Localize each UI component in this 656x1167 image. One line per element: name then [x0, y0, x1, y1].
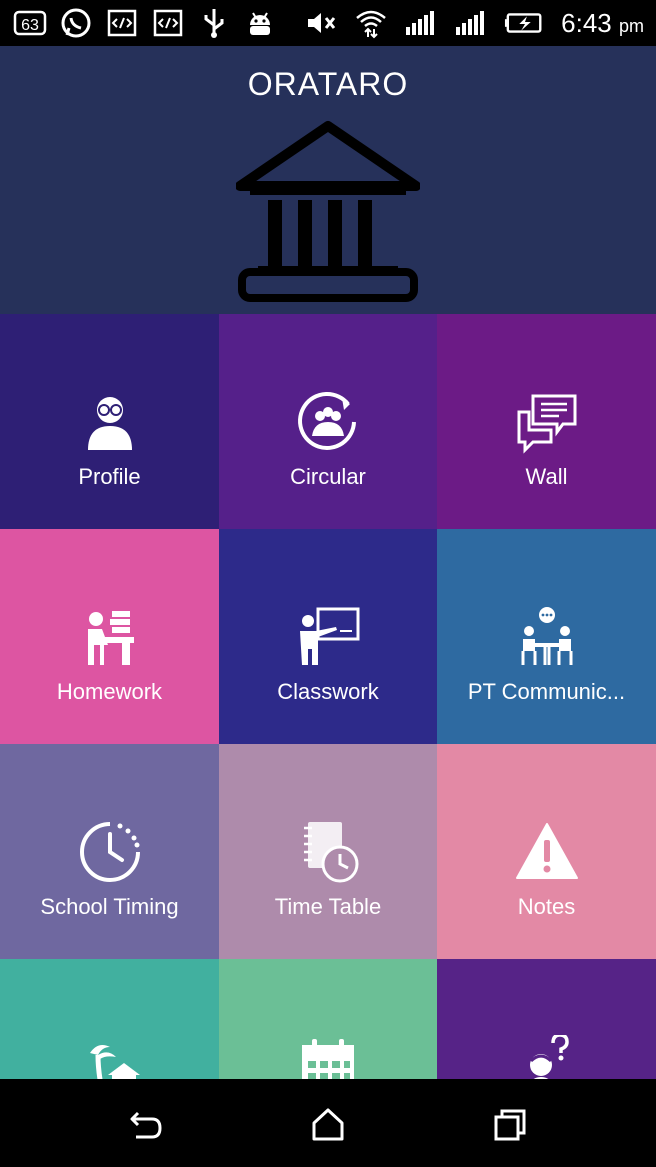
menu-tile-school-timing[interactable]: School Timing: [0, 744, 219, 959]
profile-icon: [87, 397, 132, 450]
menu-tile-label: Time Table: [274, 894, 382, 919]
code-icon: [104, 6, 140, 40]
home-icon[interactable]: [308, 1105, 348, 1145]
back-icon[interactable]: [126, 1105, 166, 1145]
menu-tile-circular[interactable]: Circular: [219, 314, 437, 529]
classwork-icon: [300, 607, 360, 665]
menu-tile-label: Classwork: [277, 679, 379, 704]
mute-icon: [303, 6, 339, 40]
code-icon: [150, 6, 186, 40]
circular-icon: [298, 392, 356, 450]
menu-tile-homework[interactable]: Homework: [0, 529, 219, 744]
app-header: ORATARO: [0, 46, 656, 314]
clock: 6:43 pm: [561, 7, 644, 38]
homework-icon: [87, 611, 134, 665]
signal-icon: [403, 6, 439, 40]
menu-tile-classwork[interactable]: Classwork: [219, 529, 437, 744]
menu-tile-time-table[interactable]: Time Table: [219, 744, 437, 959]
pt-communication-icon: [521, 607, 572, 665]
menu-tile-profile[interactable]: Profile: [0, 314, 219, 529]
menu-tile-label: PT Communic...: [467, 679, 626, 704]
menu-tile-query[interactable]: [437, 959, 656, 1079]
wifi-icon: [353, 6, 389, 40]
navigation-bar: [0, 1079, 656, 1167]
menu-tile-holidays[interactable]: [0, 959, 219, 1079]
menu-tile-label: Notes: [517, 894, 576, 919]
battery-charging-icon: [503, 6, 547, 40]
clock-icon: [79, 822, 140, 882]
institution-icon: [236, 121, 420, 302]
whatsapp-icon: [58, 6, 94, 40]
notification-count-icon: 63: [12, 6, 48, 40]
signal-2-icon: [453, 6, 489, 40]
menu-tile-label: Homework: [56, 679, 163, 704]
menu-tile-calendar[interactable]: [219, 959, 437, 1079]
timetable-icon: [304, 822, 359, 883]
status-bar: 63 6:43 pm: [0, 0, 656, 46]
svg-text:63: 63: [21, 17, 39, 34]
menu-tile-notes[interactable]: Notes: [437, 744, 656, 959]
holiday-icon: [89, 1045, 140, 1079]
menu-tile-label: Circular: [290, 464, 366, 489]
menu-tile-wall[interactable]: Wall: [437, 314, 656, 529]
menu-grid: Profile Circular Wall Homework Classwork…: [0, 314, 656, 1079]
chat-icon: [517, 394, 576, 454]
recents-icon[interactable]: [490, 1105, 530, 1145]
android-icon: [242, 6, 278, 40]
menu-tile-label: School Timing: [40, 894, 179, 919]
menu-tile-pt-communication[interactable]: PT Communic...: [437, 529, 656, 744]
question-icon: [529, 1035, 569, 1079]
menu-tile-label: Wall: [525, 464, 568, 489]
usb-icon: [196, 6, 232, 40]
menu-tile-label: Profile: [78, 464, 141, 489]
calendar-icon: [302, 1039, 354, 1079]
warning-icon: [515, 823, 578, 879]
app-title: ORATARO: [247, 66, 409, 102]
